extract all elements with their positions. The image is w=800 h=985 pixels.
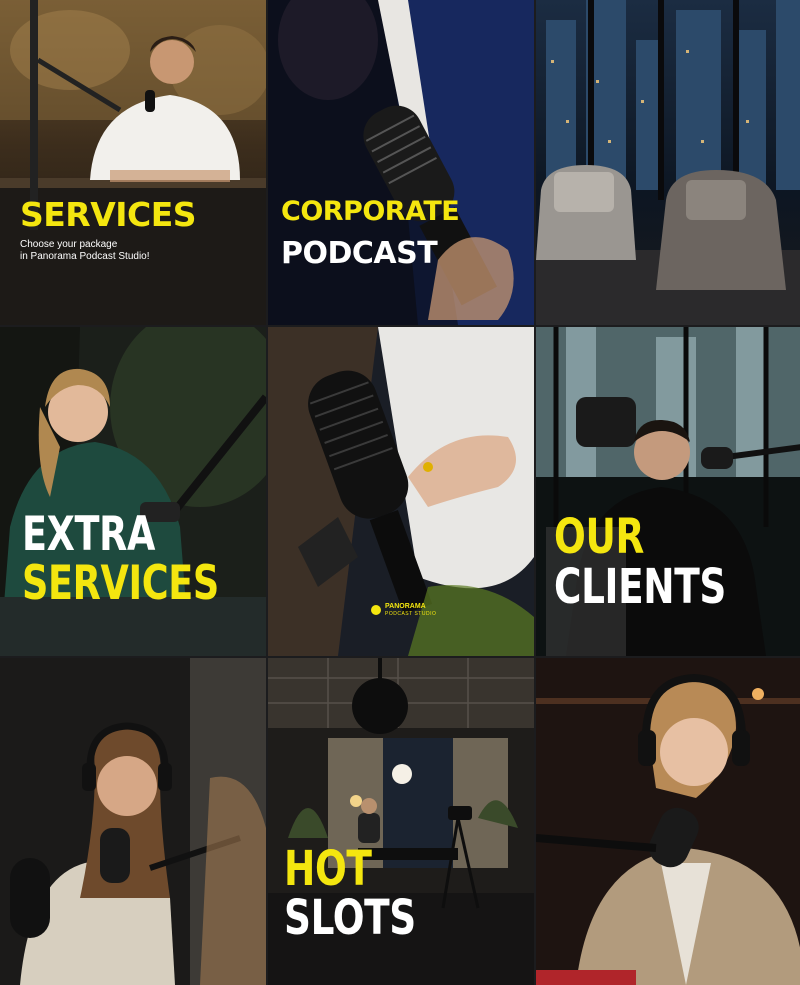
logo-text: PANORAMA <box>385 603 426 610</box>
post-tile-panorama-mic[interactable]: PANORAMA PODCAST STUDIO <box>268 327 534 656</box>
post-tile-extra-services[interactable]: EXTRA SERVICES <box>0 327 266 656</box>
post-tile-lounge[interactable] <box>536 0 800 325</box>
tile-subtitle: Choose your package in Panorama Podcast … <box>20 239 150 263</box>
woman-in-blazer-photo <box>536 658 800 985</box>
logo-mark-icon <box>371 605 381 615</box>
post-tile-corporate-podcast[interactable]: CORPORATE PODCAST <box>268 0 534 325</box>
panorama-logo: PANORAMA PODCAST STUDIO <box>371 603 436 617</box>
microphone-closeup-photo <box>268 0 534 325</box>
tile-headline-line-1: OUR <box>554 509 644 565</box>
city-view-lounge-photo <box>536 0 800 325</box>
subtitle-line-1: Choose your package <box>20 239 118 250</box>
tile-headline-line-1: HOT <box>284 841 372 897</box>
post-tile-services[interactable]: SERVICES Choose your package in Panorama… <box>0 0 266 325</box>
tile-headline-line-2: SERVICES <box>22 556 219 611</box>
post-tile-our-clients[interactable]: OUR CLIENTS <box>536 327 800 656</box>
tile-headline-line-2: SLOTS <box>284 890 416 946</box>
tile-headline-line-1: CORPORATE <box>281 196 460 227</box>
tile-headline-line-2: PODCAST <box>281 236 438 271</box>
man-at-desk-photo <box>0 0 266 325</box>
logo-subtext: PODCAST STUDIO <box>385 611 437 617</box>
tile-headline: SERVICES <box>20 195 197 234</box>
post-tile-host[interactable] <box>536 658 800 985</box>
subtitle-line-2: in Panorama Podcast Studio! <box>20 251 150 262</box>
post-grid: SERVICES Choose your package in Panorama… <box>0 0 800 985</box>
woman-with-headphones-photo <box>0 658 266 985</box>
post-tile-guest[interactable] <box>0 658 266 985</box>
post-tile-hot-slots[interactable]: HOT SLOTS <box>268 658 534 985</box>
tile-headline-line-2: CLIENTS <box>554 559 726 615</box>
tile-headline-line-1: EXTRA <box>22 507 155 562</box>
